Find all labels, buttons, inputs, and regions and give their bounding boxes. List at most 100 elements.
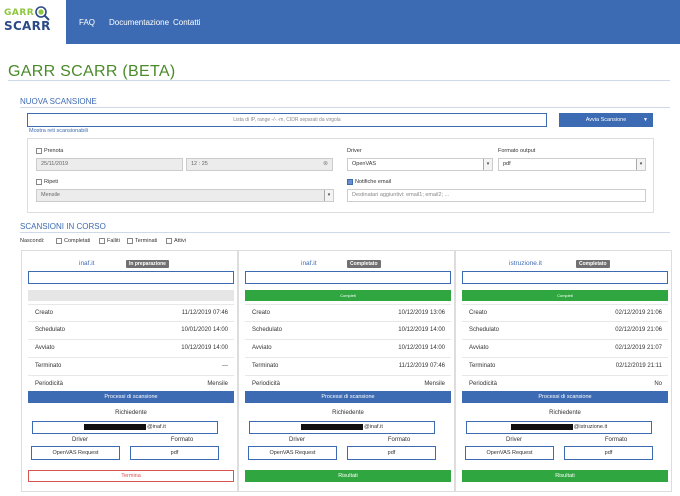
driver-value: OpenVAS bbox=[352, 161, 377, 167]
requester-label: Richiedente bbox=[115, 410, 147, 416]
prenota-checkbox[interactable] bbox=[36, 148, 42, 154]
format-label: Formato output bbox=[498, 148, 536, 154]
requester-label: Richiedente bbox=[549, 410, 581, 416]
ripeti-checkbox[interactable] bbox=[36, 179, 42, 185]
ended-label: Terminato bbox=[252, 363, 279, 369]
prenota-label: Prenota bbox=[44, 148, 64, 154]
caret-down-icon[interactable]: ▼ bbox=[643, 113, 648, 127]
results-button[interactable]: Risultati bbox=[245, 470, 451, 482]
driver-value: OpenVAS Request bbox=[248, 446, 337, 460]
periodicity-value: No bbox=[654, 381, 662, 387]
scheduled-row: Schedulato 10/12/2019 14:00 bbox=[245, 321, 451, 338]
card-host[interactable]: inaf.it bbox=[79, 260, 95, 267]
requester-email: @inaf.it bbox=[32, 421, 218, 434]
filter-attivi-checkbox[interactable] bbox=[166, 238, 172, 244]
chevron-down-icon: ▾ bbox=[324, 190, 333, 201]
periodicity-value: Mensile bbox=[207, 381, 228, 387]
periodicity-row: Periodicità No bbox=[462, 375, 668, 392]
format-select[interactable]: pdf ▾ bbox=[498, 158, 646, 171]
created-label: Creato bbox=[252, 310, 271, 316]
driver-label: Driver bbox=[347, 148, 362, 154]
status-badge: Completato bbox=[347, 260, 381, 268]
running-scans-divider bbox=[20, 232, 670, 233]
periodicity-label: Periodicità bbox=[35, 381, 64, 387]
ended-label: Terminato bbox=[469, 363, 496, 369]
logo-garr-text: GARR bbox=[4, 8, 35, 18]
running-scans-heading: SCANSIONI IN CORSO bbox=[20, 222, 106, 231]
processes-button[interactable]: Processi di scansione bbox=[245, 391, 451, 403]
card-host[interactable]: inaf.it bbox=[301, 260, 317, 267]
card-ip-field[interactable] bbox=[462, 271, 668, 284]
nav-contatti[interactable]: Contatti bbox=[173, 18, 201, 27]
started-label: Avviato bbox=[252, 345, 272, 351]
redacted-email-user bbox=[84, 423, 147, 430]
time-input[interactable]: 12 : 25 ⊗ bbox=[186, 158, 333, 171]
repeat-value: Mensile bbox=[41, 192, 60, 198]
processes-button[interactable]: Processi di scansione bbox=[462, 391, 668, 403]
scan-options-panel: Prenota 25/11/2019 12 : 25 ⊗ Ripeti Mens… bbox=[27, 138, 654, 213]
card-host[interactable]: istruzione.it bbox=[509, 260, 542, 267]
ip-list-input[interactable]: Lista di IP, range -/-.-m, CIDR separati… bbox=[27, 113, 547, 127]
scheduled-label: Schedulato bbox=[469, 327, 500, 333]
ended-value: 02/12/2019 21:11 bbox=[615, 363, 662, 369]
started-label: Avviato bbox=[469, 345, 489, 351]
created-row: Creato 10/12/2019 13:06 bbox=[245, 304, 451, 321]
ended-label: Terminato bbox=[35, 363, 62, 369]
title-divider bbox=[8, 80, 670, 81]
scheduled-value: 10/01/2020 14:00 bbox=[181, 327, 228, 333]
repeat-select[interactable]: Mensile ▾ bbox=[36, 189, 334, 202]
started-row: Avviato 02/12/2019 21:07 bbox=[462, 339, 668, 356]
card-ip-field[interactable] bbox=[28, 271, 234, 284]
ended-value: --- bbox=[222, 363, 228, 369]
terminate-button[interactable]: Termina bbox=[28, 470, 234, 482]
date-input[interactable]: 25/11/2019 bbox=[36, 158, 183, 171]
processes-button[interactable]: Processi di scansione bbox=[28, 391, 234, 403]
requester-domain: @inaf.it bbox=[364, 424, 383, 430]
garr-scarr-logo[interactable]: GARR SCARR bbox=[0, 0, 66, 44]
scheduled-value: 02/12/2019 21:06 bbox=[615, 327, 662, 333]
filter-completati-checkbox[interactable] bbox=[56, 238, 62, 244]
periodicity-value: Mensile bbox=[424, 381, 445, 387]
ripeti-label: Ripeti bbox=[44, 179, 59, 185]
progress-bar: Completi bbox=[245, 290, 451, 301]
filter-falliti-checkbox[interactable] bbox=[99, 238, 105, 244]
driver-select[interactable]: OpenVAS ▾ bbox=[347, 158, 493, 171]
started-value: 10/12/2019 14:00 bbox=[181, 345, 228, 351]
requester-email: @inaf.it bbox=[249, 421, 435, 434]
magnifier-icon bbox=[35, 6, 50, 21]
scheduled-value: 10/12/2019 14:00 bbox=[398, 327, 445, 333]
show-networks-link[interactable]: Mostra reti scansionabili bbox=[29, 128, 88, 134]
scheduled-label: Schedulato bbox=[35, 327, 66, 333]
created-value: 11/12/2019 07:46 bbox=[181, 310, 228, 316]
driver-value: OpenVAS Request bbox=[31, 446, 120, 460]
scheduled-row: Schedulato 10/01/2020 14:00 bbox=[28, 321, 234, 338]
started-value: 02/12/2019 21:07 bbox=[615, 345, 662, 351]
format-value: pdf bbox=[503, 161, 511, 167]
created-value: 02/12/2019 21:06 bbox=[615, 310, 662, 316]
requester-label: Richiedente bbox=[332, 410, 364, 416]
nav-faq[interactable]: FAQ bbox=[79, 18, 95, 27]
start-scan-label: Avvia Scansione bbox=[585, 117, 627, 123]
nav-documentazione[interactable]: Documentazione bbox=[109, 18, 169, 27]
clear-time-icon[interactable]: ⊗ bbox=[323, 159, 328, 170]
filter-falliti-label: Falliti bbox=[107, 238, 120, 244]
start-scan-button[interactable]: Avvia Scansione ▼ bbox=[559, 113, 653, 127]
filter-terminati-checkbox[interactable] bbox=[127, 238, 133, 244]
periodicity-label: Periodicità bbox=[252, 381, 281, 387]
new-scan-heading: NUOVA SCANSIONE bbox=[20, 97, 97, 106]
recipients-input[interactable]: Destinatari aggiuntivi: email1; email2; … bbox=[347, 189, 646, 202]
ended-row: Terminato 11/12/2019 07:46 bbox=[245, 357, 451, 374]
periodicity-row: Periodicità Mensile bbox=[245, 375, 451, 392]
driver-label: Driver bbox=[289, 437, 305, 443]
filter-attivi-label: Attivi bbox=[174, 238, 186, 244]
format-value: pdf bbox=[130, 446, 219, 460]
format-label: Formato bbox=[170, 437, 194, 443]
card-ip-field[interactable] bbox=[245, 271, 451, 284]
periodicity-label: Periodicità bbox=[469, 381, 498, 387]
requester-domain: @inaf.it bbox=[147, 424, 166, 430]
top-navbar: GARR SCARR FAQ Documentazione Contatti bbox=[0, 0, 680, 44]
scan-card: inaf.it In preparazione Creato 11/12/2019… bbox=[21, 250, 238, 492]
created-row: Creato 02/12/2019 21:06 bbox=[462, 304, 668, 321]
results-button[interactable]: Risultati bbox=[462, 470, 668, 482]
notify-checkbox[interactable] bbox=[347, 179, 353, 185]
